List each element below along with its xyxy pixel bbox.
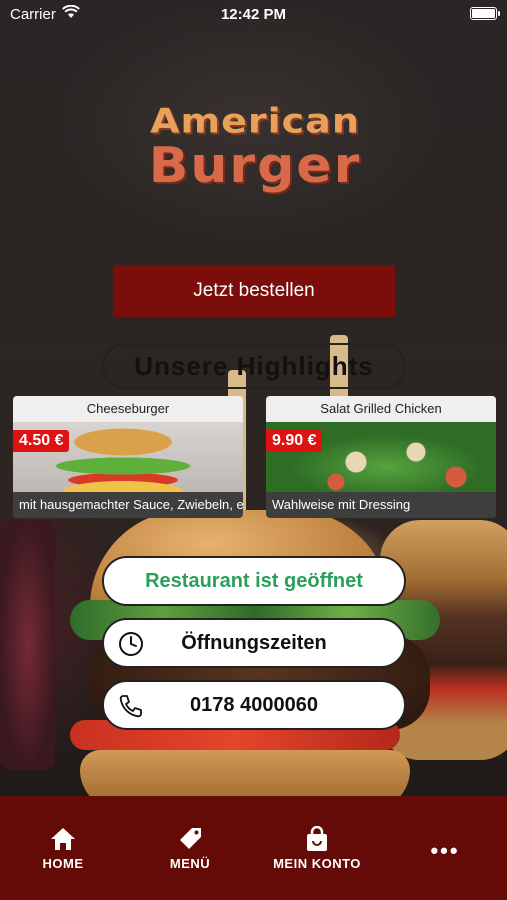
price-badge: 9.90 € bbox=[266, 430, 323, 452]
tab-label: MENÜ bbox=[169, 856, 211, 871]
tab-home[interactable]: HOME bbox=[13, 826, 113, 871]
highlight-description: mit hausgemachter Sauce, Zwiebeln, ei... bbox=[13, 492, 243, 518]
order-now-button[interactable]: Jetzt bestellen bbox=[113, 265, 395, 317]
logo-line-1: American bbox=[150, 101, 360, 141]
tab-more[interactable]: ••• bbox=[395, 838, 495, 864]
tab-label: MEIN KONTO bbox=[273, 856, 361, 871]
clock-icon bbox=[118, 631, 144, 657]
phone-icon bbox=[118, 693, 144, 719]
spice-jar bbox=[0, 520, 55, 770]
tab-bar: HOME MENÜ MEIN KONTO ••• bbox=[0, 796, 507, 900]
opening-hours-label: Öffnungszeiten bbox=[181, 631, 327, 654]
highlight-name: Cheeseburger bbox=[13, 396, 243, 422]
tag-icon bbox=[180, 828, 201, 849]
battery-icon bbox=[470, 7, 500, 20]
shopping-bag-icon bbox=[307, 826, 327, 851]
phone-number: 0178 4000060 bbox=[190, 693, 318, 716]
status-bar: Carrier 12:42 PM bbox=[0, 0, 507, 28]
highlight-description: Wahlweise mit Dressing bbox=[266, 492, 496, 518]
logo-line-2: Burger bbox=[148, 137, 362, 195]
restaurant-status: Restaurant ist geöffnet bbox=[102, 556, 406, 606]
price-badge: 4.50 € bbox=[13, 430, 70, 452]
highlight-card-cheeseburger[interactable]: Cheeseburger 4.50 € mit hausgemachter Sa… bbox=[13, 396, 243, 518]
restaurant-status-label: Restaurant ist geöffnet bbox=[145, 569, 363, 592]
clock: 12:42 PM bbox=[220, 6, 287, 23]
home-icon bbox=[51, 828, 75, 850]
highlights-title: Unsere Highlights bbox=[102, 343, 406, 389]
highlight-name: Salat Grilled Chicken bbox=[266, 396, 496, 422]
tab-label: HOME bbox=[42, 856, 84, 871]
highlight-card-salad[interactable]: Salat Grilled Chicken 9.90 € Wahlweise m… bbox=[266, 396, 496, 518]
brand-logo: American Burger bbox=[120, 100, 390, 195]
opening-hours-button[interactable]: Öffnungszeiten bbox=[102, 618, 406, 668]
tab-menu[interactable]: MENÜ bbox=[140, 826, 240, 871]
burger-photo bbox=[80, 750, 410, 800]
phone-button[interactable]: 0178 4000060 bbox=[102, 680, 406, 730]
tab-account[interactable]: MEIN KONTO bbox=[267, 826, 367, 871]
more-icon: ••• bbox=[430, 838, 460, 863]
